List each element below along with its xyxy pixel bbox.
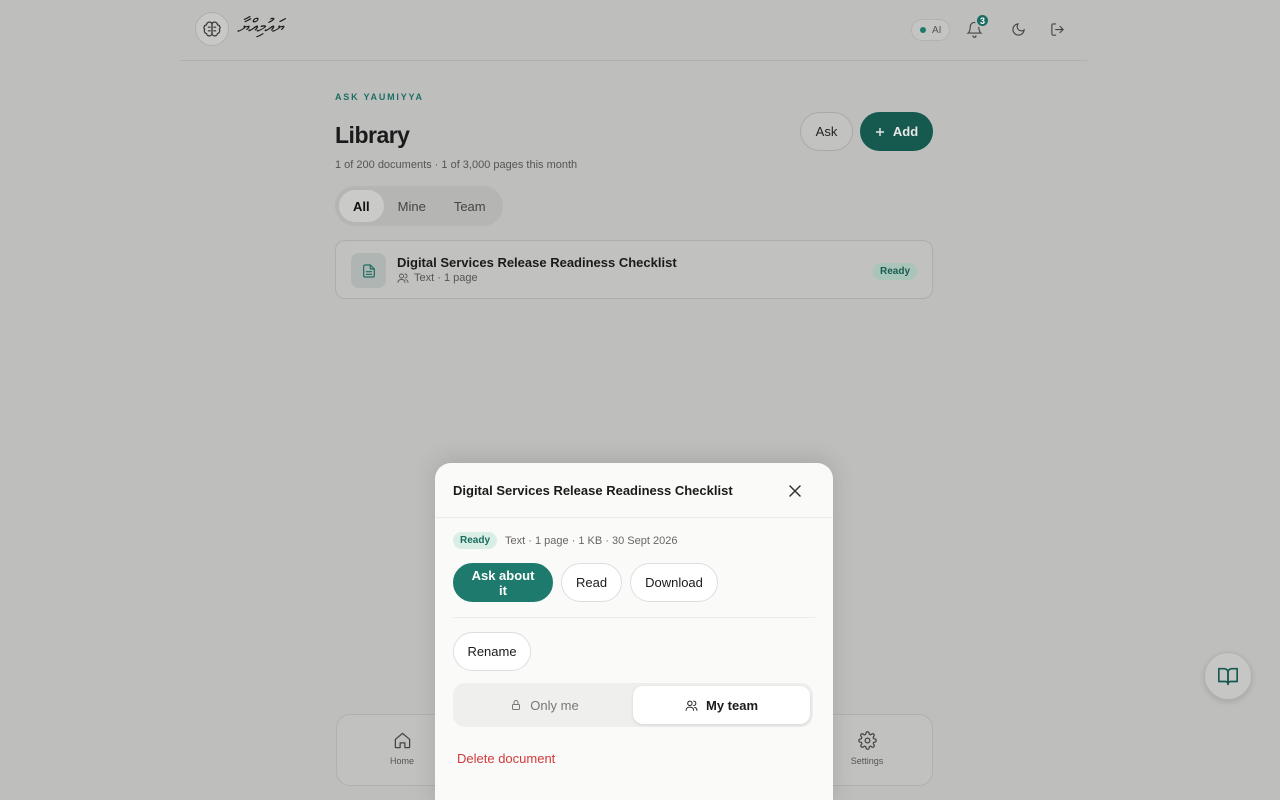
app-logo-text: ޔައުމިއްޔާ: [237, 14, 283, 38]
usage-summary: 1 of 200 documents · 1 of 3,000 pages th…: [335, 159, 578, 171]
nav-item-settings[interactable]: Settings: [837, 731, 897, 766]
sheet-status-row: Ready Text · 1 page · 1 KB · 30 Sept 202…: [453, 532, 677, 549]
users-icon: [685, 699, 698, 712]
tab-team[interactable]: Team: [440, 190, 500, 222]
plus-icon: [875, 127, 885, 137]
document-meta-text: Text · 1 page: [414, 272, 478, 284]
ai-status-chip[interactable]: AI: [911, 19, 951, 41]
download-button[interactable]: Download: [630, 563, 718, 602]
home-icon: [393, 731, 412, 750]
file-text-icon: [351, 253, 386, 288]
library-filter-tabs: All Mine Team: [335, 186, 503, 226]
my-team-label: My team: [705, 697, 759, 713]
ai-label: AI: [932, 24, 942, 36]
ask-button[interactable]: Ask: [800, 112, 853, 151]
top-bar: ޔައުމިއްޔާ AI 3: [181, 0, 1087, 61]
document-status-badge: Ready: [873, 261, 918, 280]
nav-label-home: Home: [389, 756, 414, 766]
tab-all[interactable]: All: [339, 190, 384, 222]
document-status-text: Ready: [873, 263, 918, 280]
logout-icon[interactable]: [1046, 18, 1068, 40]
users-icon: [397, 272, 409, 284]
visibility-my-team[interactable]: My team: [633, 686, 810, 724]
sheet-title: Digital Services Release Readiness Check…: [453, 483, 733, 498]
book-open-icon: [1217, 665, 1239, 687]
delete-document-button[interactable]: Delete document: [457, 751, 555, 766]
open-book-fab[interactable]: [1204, 652, 1252, 700]
sheet-status-badge: Ready: [453, 532, 498, 549]
visibility-toggle: Only me My team: [453, 683, 813, 727]
bell-icon[interactable]: 3: [963, 13, 990, 40]
tab-mine[interactable]: Mine: [384, 190, 440, 222]
close-icon[interactable]: [785, 481, 805, 501]
gear-icon: [857, 731, 877, 750]
only-me-label: Only me: [530, 697, 579, 713]
add-button-label: Add: [892, 124, 919, 139]
sheet-meta-text: Text · 1 page · 1 KB · 30 Sept 2026: [505, 534, 678, 547]
visibility-only-me[interactable]: Only me: [456, 686, 633, 724]
ask-about-it-button[interactable]: Ask about it: [453, 563, 553, 602]
read-button[interactable]: Read: [561, 563, 623, 602]
moon-icon[interactable]: [1007, 18, 1029, 40]
section-eyebrow: ASK YAUMIYYA: [335, 92, 424, 102]
document-list-item[interactable]: Digital Services Release Readiness Check…: [335, 240, 933, 299]
sheet-header: Digital Services Release Readiness Check…: [435, 463, 833, 518]
document-title: Digital Services Release Readiness Check…: [397, 255, 677, 270]
document-meta: Text · 1 page: [397, 272, 478, 284]
lock-icon: [510, 699, 522, 711]
nav-label-settings: Settings: [850, 756, 884, 766]
page-title: Library: [335, 122, 410, 148]
add-document-button[interactable]: Add: [860, 112, 933, 151]
ai-status-dot: [920, 27, 926, 33]
rename-button[interactable]: Rename: [453, 632, 531, 671]
brain-logo-icon[interactable]: [195, 12, 229, 46]
sheet-actions: Ask about it Read Download: [453, 563, 718, 602]
document-details-sheet: Digital Services Release Readiness Check…: [435, 463, 833, 800]
sheet-divider: [453, 617, 815, 618]
notification-count-badge: 3: [975, 13, 990, 28]
nav-item-home[interactable]: Home: [372, 731, 432, 766]
